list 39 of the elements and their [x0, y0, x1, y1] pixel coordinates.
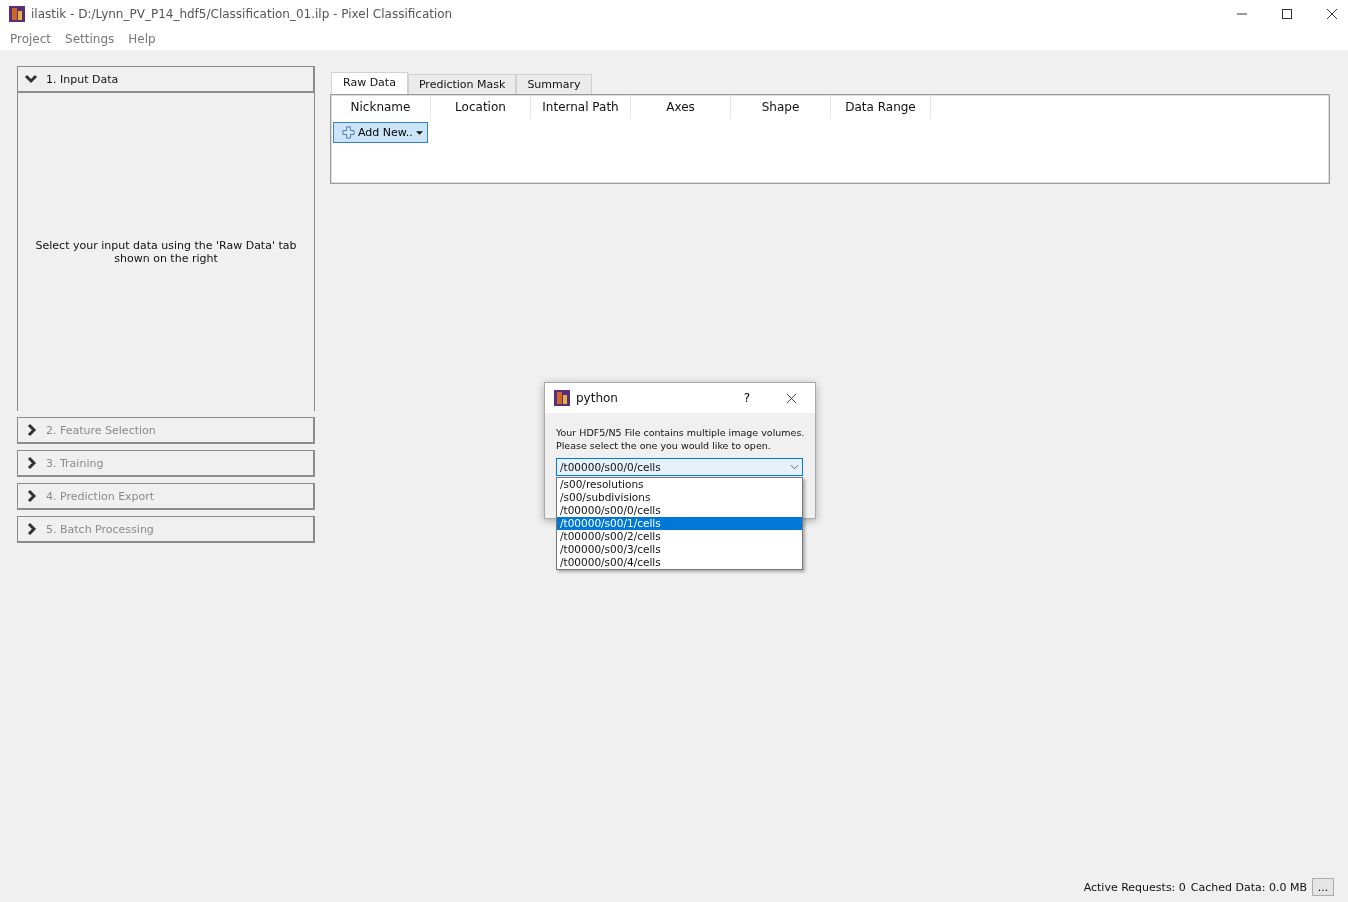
- column-header[interactable]: Nickname: [331, 95, 431, 119]
- cached-data: Cached Data: 0.0 MB: [1190, 880, 1307, 894]
- help-button[interactable]: ?: [743, 391, 750, 405]
- tab[interactable]: Summary: [516, 74, 592, 94]
- add-new-button[interactable]: Add New..: [333, 122, 428, 143]
- close-icon[interactable]: [1326, 8, 1338, 20]
- chevron-down-icon: [790, 464, 799, 470]
- more-button[interactable]: ...: [1312, 878, 1334, 896]
- dialog-title: python: [576, 391, 618, 405]
- maximize-icon[interactable]: [1281, 8, 1293, 20]
- tab[interactable]: Prediction Mask: [407, 74, 517, 94]
- column-header[interactable]: Location: [431, 95, 531, 119]
- window-title: ilastik - D:/Lynn_PV_P14_hdf5/Classification_01.ilp - Pixel Classification: [31, 7, 453, 21]
- volume-dropdown[interactable]: /t00000/s00/0/cells: [556, 458, 803, 476]
- app-logo-icon: [554, 390, 570, 406]
- dropdown-option[interactable]: /s00/resolutions: [557, 478, 802, 491]
- dropdown-option[interactable]: /t00000/s00/0/cells: [557, 504, 802, 517]
- app-logo-icon: [9, 6, 25, 22]
- dropdown-option[interactable]: /t00000/s00/1/cells: [557, 517, 802, 530]
- active-requests: Active Requests: 0: [1083, 880, 1186, 894]
- plus-icon: [342, 126, 355, 139]
- applet-header[interactable]: 1. Input Data: [17, 66, 315, 93]
- caret-icon: [415, 129, 423, 136]
- menu-item[interactable]: Settings: [65, 32, 115, 46]
- dropdown-option[interactable]: /t00000/s00/2/cells: [557, 530, 802, 543]
- column-header[interactable]: Shape: [731, 95, 831, 119]
- chevron-down-icon: [24, 72, 38, 86]
- menu-item[interactable]: Help: [128, 32, 156, 46]
- dialog-message: Your HDF5/N5 File contains multiple image volumes. Please select the one you would like to open.: [555, 426, 806, 452]
- column-header[interactable]: Axes: [631, 95, 731, 119]
- dropdown-option[interactable]: /t00000/s00/4/cells: [557, 556, 802, 569]
- applet-message: Select your input data using the 'Raw Data' tab shown on the right: [34, 239, 298, 265]
- column-header[interactable]: Internal Path: [531, 95, 631, 119]
- tab[interactable]: Raw Data: [331, 72, 408, 94]
- close-icon[interactable]: [786, 392, 797, 404]
- menu-item[interactable]: Project: [10, 32, 52, 46]
- dropdown-option[interactable]: /t00000/s00/3/cells: [557, 543, 802, 556]
- dropdown-option[interactable]: /s00/subdivisions: [557, 491, 802, 504]
- column-header[interactable]: Data Range: [831, 95, 931, 119]
